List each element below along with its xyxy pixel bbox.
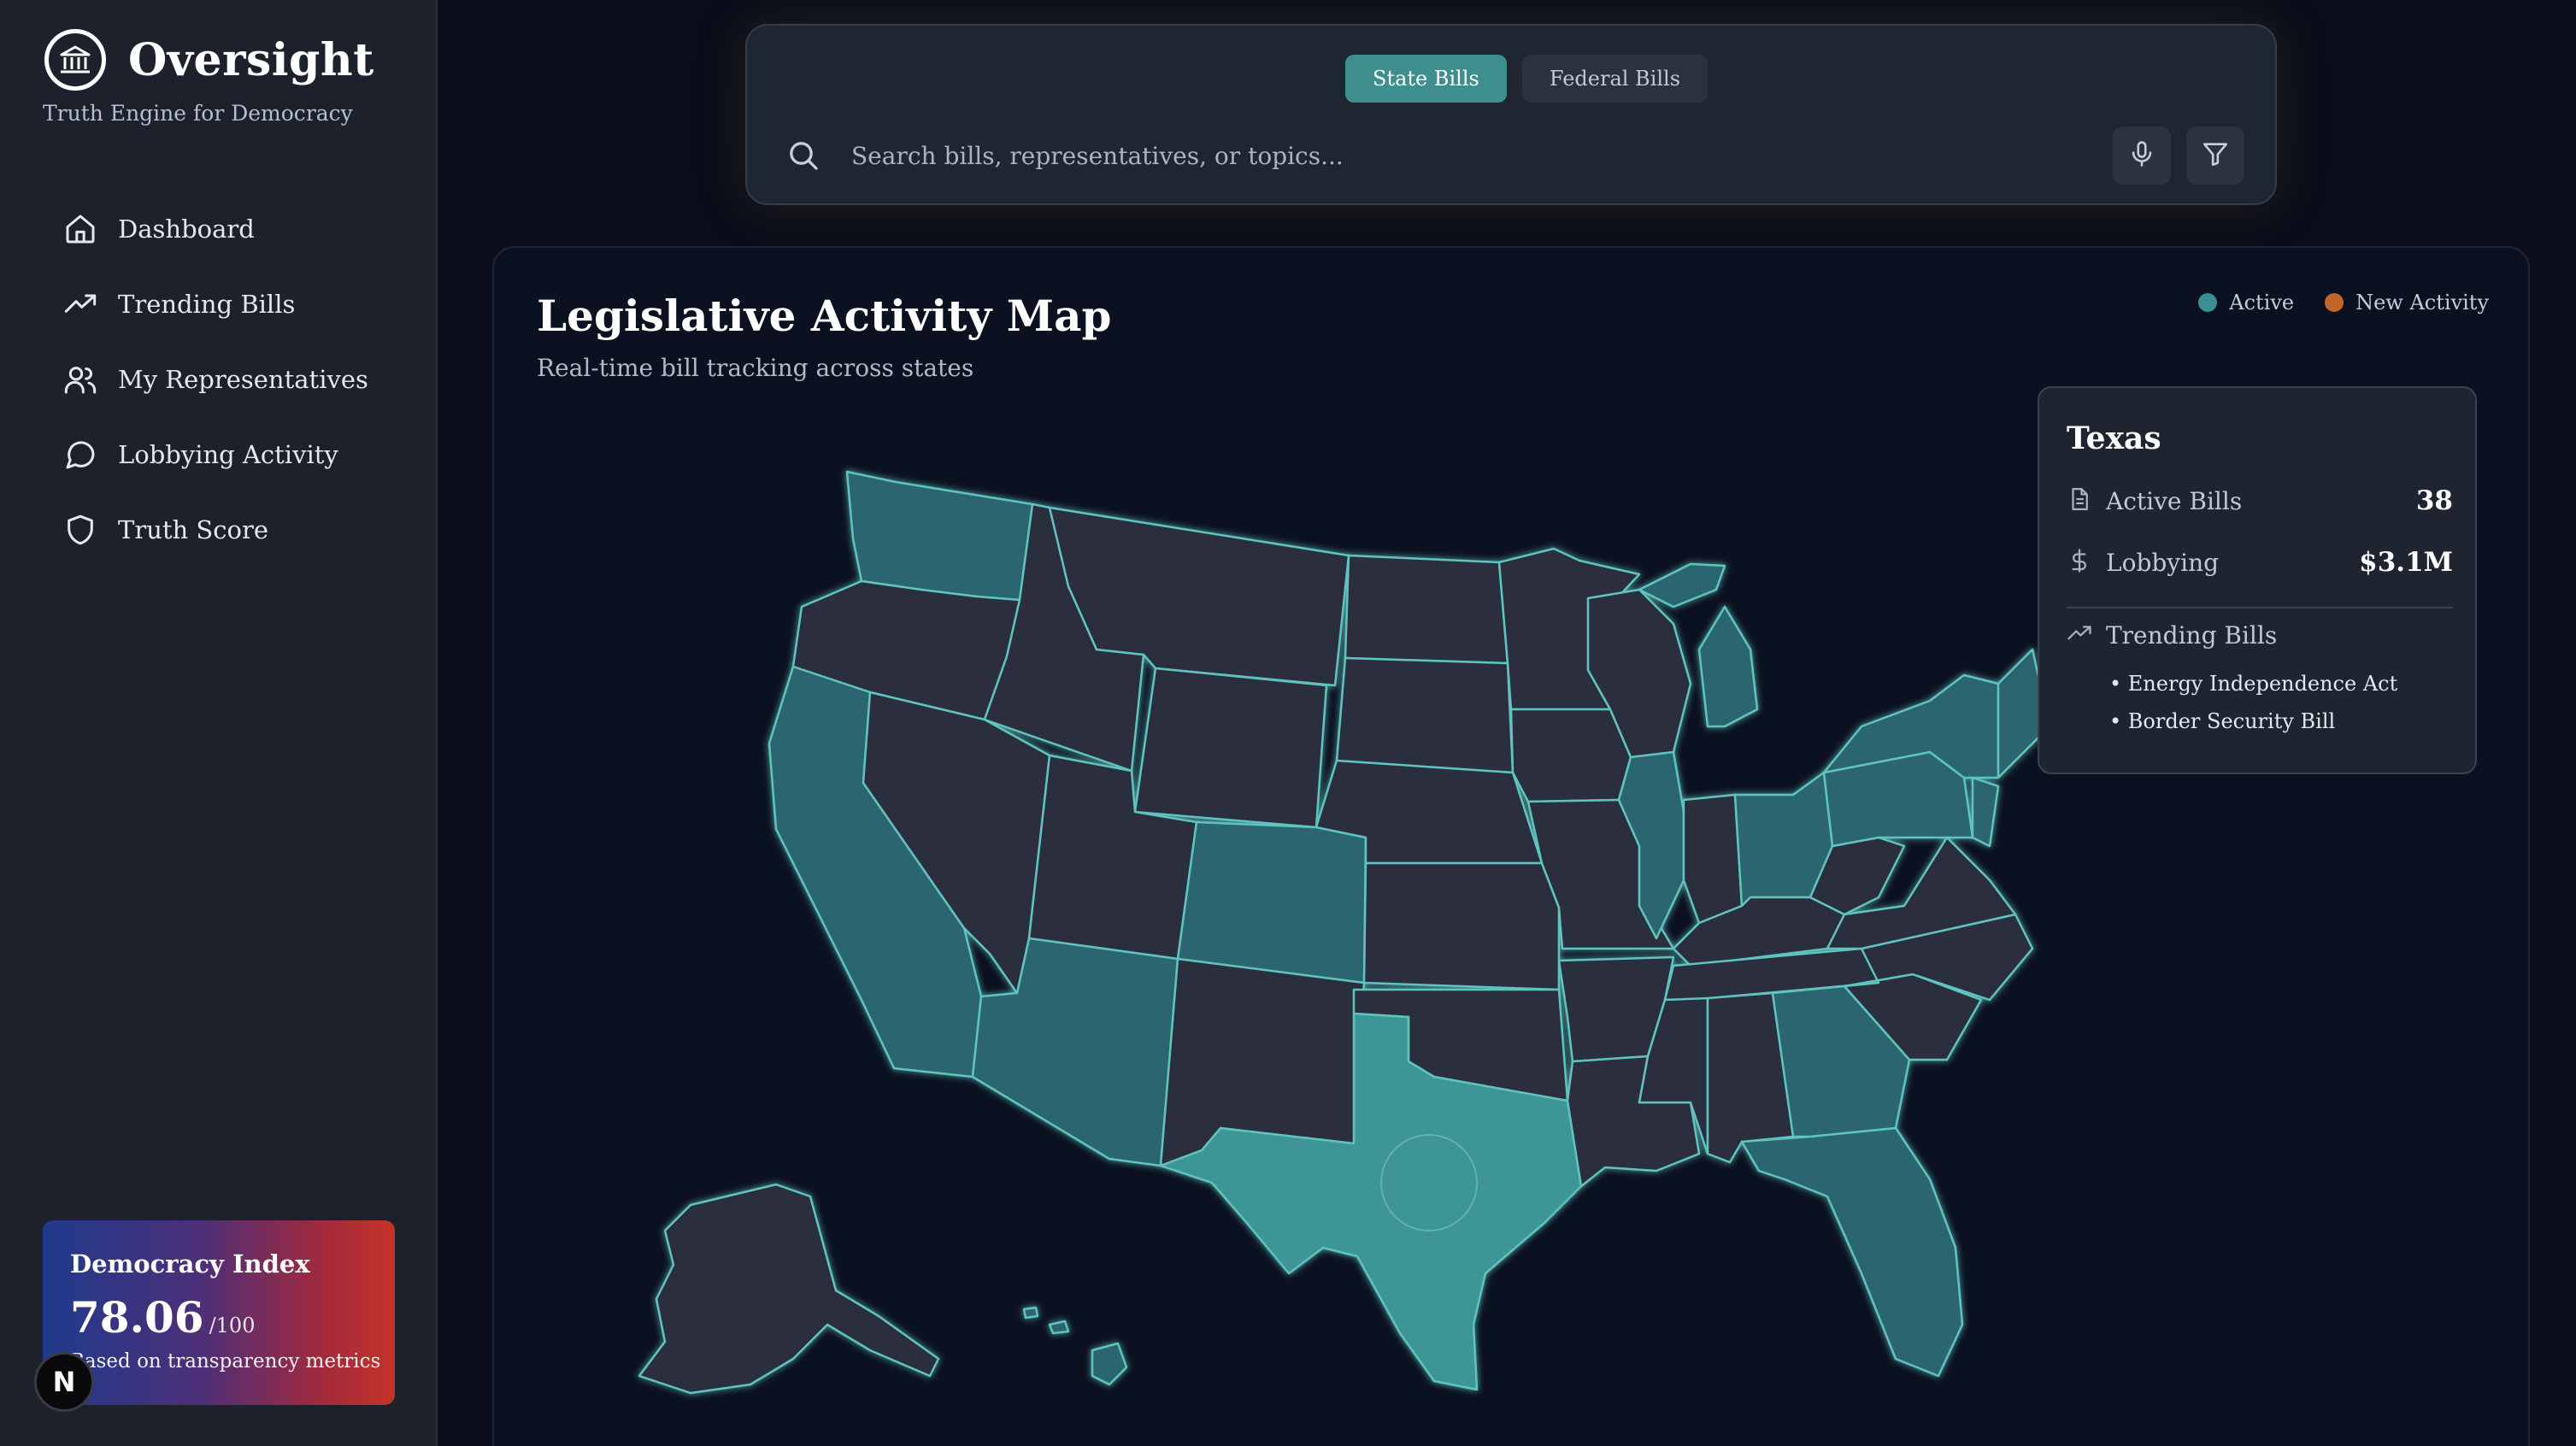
- state-hawaii[interactable]: [1022, 1306, 1128, 1386]
- filter-icon: [2201, 139, 2230, 172]
- microphone-icon: [2127, 139, 2156, 172]
- tooltip-trending-row: Trending Bills: [2067, 620, 2453, 650]
- dollar-icon: [2067, 548, 2092, 577]
- tooltip-active-bills-row: Active Bills 38: [2067, 485, 2453, 516]
- app-root: Oversight Truth Engine for Democracy Das…: [0, 0, 2576, 1446]
- trending-bill-item[interactable]: • Border Security Bill: [2109, 709, 2397, 747]
- sidebar-item-truth-score[interactable]: Truth Score: [62, 492, 368, 567]
- tooltip-lobbying-label: Lobbying: [2106, 548, 2220, 577]
- tooltip-lobbying-value: $3.1M: [2359, 547, 2453, 578]
- state-iowa[interactable]: [1509, 708, 1632, 803]
- chat-bubble-icon: [62, 436, 99, 473]
- tooltip-trending-label: Trending Bills: [2106, 620, 2278, 650]
- document-icon: [2067, 486, 2092, 515]
- democracy-index-score: 78.06: [70, 1292, 204, 1343]
- sidebar-item-lobbying-activity[interactable]: Lobbying Activity: [62, 417, 368, 492]
- users-icon: [62, 361, 99, 398]
- democracy-index-title: Democracy Index: [70, 1249, 310, 1278]
- sidebar-item-my-representatives[interactable]: My Representatives: [62, 342, 368, 417]
- map-panel: Legislative Activity Map Real-time bill …: [492, 246, 2530, 1446]
- state-tooltip: Texas Active Bills 38 Lobbying $3.1M Tre…: [2038, 386, 2477, 774]
- tooltip-trending-list: • Energy Independence Act • Border Secur…: [2109, 672, 2397, 747]
- state-wyoming[interactable]: [1133, 667, 1328, 829]
- sidebar-item-label: Truth Score: [118, 515, 269, 544]
- state-florida[interactable]: [1740, 1126, 1964, 1378]
- sidebar-item-dashboard[interactable]: Dashboard: [62, 191, 368, 267]
- home-icon: [62, 210, 99, 248]
- sidebar-nav: Dashboard Trending Bills My Representati…: [62, 191, 368, 567]
- search-icon: [781, 133, 826, 178]
- tooltip-active-bills-value: 38: [2415, 485, 2453, 516]
- trending-up-icon: [62, 285, 99, 323]
- state-south-dakota[interactable]: [1335, 656, 1514, 774]
- brand[interactable]: Oversight: [44, 29, 374, 91]
- sidebar-item-trending-bills[interactable]: Trending Bills: [62, 267, 368, 342]
- sidebar-item-label: My Representatives: [118, 365, 368, 394]
- search-row: [781, 121, 2244, 190]
- tooltip-state-name: Texas: [2067, 420, 2161, 456]
- tab-state-bills[interactable]: State Bills: [1345, 55, 1507, 103]
- tooltip-lobbying-row: Lobbying $3.1M: [2067, 547, 2453, 578]
- state-colorado[interactable]: [1176, 820, 1367, 985]
- voice-search-button[interactable]: [2113, 126, 2171, 185]
- tooltip-divider: [2067, 607, 2453, 608]
- bill-type-tabs: State Bills Federal Bills: [1345, 55, 1723, 103]
- shield-icon: [62, 511, 99, 549]
- dev-tools-badge[interactable]: N: [34, 1352, 94, 1412]
- state-north-dakota[interactable]: [1344, 554, 1509, 665]
- search-panel: State Bills Federal Bills: [745, 24, 2277, 205]
- tab-federal-bills[interactable]: Federal Bills: [1521, 55, 1709, 103]
- state-indiana[interactable]: [1682, 793, 1744, 925]
- democracy-index-max: /100: [209, 1314, 256, 1337]
- search-input[interactable]: [851, 130, 2097, 181]
- trending-bill-item[interactable]: • Energy Independence Act: [2109, 672, 2397, 709]
- democracy-index-note: Based on transparency metrics: [70, 1350, 381, 1373]
- tooltip-active-bills-label: Active Bills: [2106, 486, 2243, 515]
- sidebar-item-label: Lobbying Activity: [118, 440, 338, 469]
- sidebar-item-label: Dashboard: [118, 215, 255, 244]
- democracy-index-card[interactable]: Democracy Index 78.06/100 Based on trans…: [43, 1220, 395, 1405]
- capitol-building-icon: [44, 29, 106, 91]
- sidebar-item-label: Trending Bills: [118, 290, 296, 319]
- state-kansas[interactable]: [1362, 861, 1561, 991]
- state-washington[interactable]: [845, 470, 1034, 602]
- sidebar: Oversight Truth Engine for Democracy Das…: [0, 0, 438, 1446]
- filter-button[interactable]: [2186, 126, 2244, 185]
- democracy-index-value: 78.06/100: [70, 1292, 255, 1343]
- brand-tagline: Truth Engine for Democracy: [43, 101, 353, 126]
- state-alaska[interactable]: [638, 1183, 940, 1395]
- state-new-jersey[interactable]: [1971, 776, 2000, 848]
- trending-up-icon: [2067, 620, 2092, 650]
- brand-name: Oversight: [128, 33, 374, 86]
